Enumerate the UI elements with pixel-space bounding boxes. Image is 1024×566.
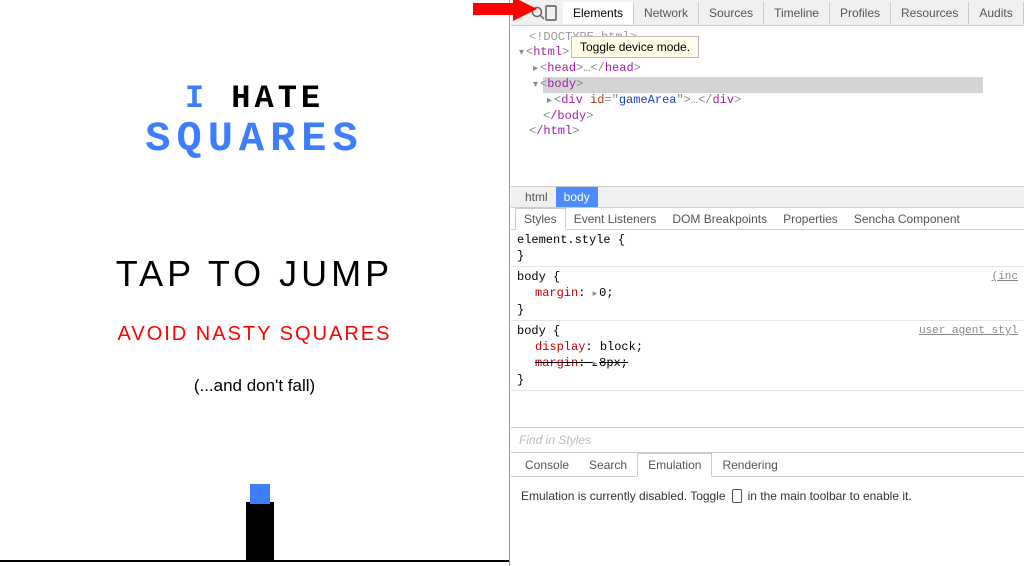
- tab-timeline[interactable]: Timeline: [764, 2, 830, 24]
- fall-text: (...and don't fall): [0, 376, 509, 396]
- annotation-arrow: [473, 0, 537, 30]
- title-hate: HATE: [231, 80, 324, 117]
- styles-tabbar: Styles Event Listeners DOM Breakpoints P…: [511, 208, 1024, 230]
- toolbar-tabs: Elements Network Sources Timeline Profil…: [563, 2, 1024, 24]
- tab-network[interactable]: Network: [634, 2, 699, 24]
- title-line-2: SQUARES: [0, 115, 509, 163]
- drawer-tabbar: Console Search Emulation Rendering: [511, 453, 1024, 477]
- dom-html-close[interactable]: </html>: [529, 124, 1024, 139]
- rule-body-ua[interactable]: user agent styl body { display: block; m…: [511, 321, 1024, 391]
- devtools-toolbar: Elements Network Sources Timeline Profil…: [511, 0, 1024, 26]
- rule-body-1[interactable]: (inc body { margin: 0; }: [511, 267, 1024, 321]
- device-mode-icon[interactable]: [545, 4, 557, 22]
- emulation-msg-1: Emulation is currently disabled. Toggle: [521, 489, 726, 503]
- drawer-tab-console[interactable]: Console: [515, 454, 579, 476]
- find-in-styles[interactable]: Find in Styles: [511, 427, 1024, 453]
- dom-body-close[interactable]: </body>: [529, 109, 1024, 124]
- drawer-tab-rendering[interactable]: Rendering: [712, 454, 787, 476]
- styles-tab-props[interactable]: Properties: [775, 209, 846, 229]
- tap-text: TAP TO JUMP: [0, 253, 509, 295]
- tab-resources[interactable]: Resources: [891, 2, 969, 24]
- title-line-1: I HATE: [0, 80, 509, 117]
- rule-element-style[interactable]: element.style { }: [511, 230, 1024, 267]
- styles-tab-dom-bp[interactable]: DOM Breakpoints: [664, 209, 775, 229]
- avoid-text: AVOID NASTY SQUARES: [0, 323, 509, 346]
- crumb-body[interactable]: body: [556, 187, 598, 207]
- crumb-html[interactable]: html: [517, 187, 556, 207]
- styles-tab-sencha[interactable]: Sencha Component: [846, 209, 968, 229]
- title-i: I: [185, 80, 208, 117]
- drawer-tab-search[interactable]: Search: [579, 454, 637, 476]
- tab-elements[interactable]: Elements: [563, 2, 634, 24]
- device-icon: [732, 489, 742, 503]
- player-head: [250, 484, 270, 504]
- instructions: TAP TO JUMP AVOID NASTY SQUARES (...and …: [0, 253, 509, 396]
- tab-audits[interactable]: Audits: [969, 2, 1023, 24]
- rule-source-link[interactable]: (inc: [992, 269, 1018, 285]
- emulation-msg-2: in the main toolbar to enable it.: [748, 489, 912, 503]
- player-body: [246, 502, 274, 560]
- game-viewport[interactable]: I HATE SQUARES TAP TO JUMP AVOID NASTY S…: [0, 0, 510, 566]
- drawer-tab-emulation[interactable]: Emulation: [637, 453, 712, 477]
- tab-profiles[interactable]: Profiles: [830, 2, 891, 24]
- rule-ua-label: user agent styl: [919, 323, 1018, 339]
- emulation-message: Emulation is currently disabled. Toggle …: [511, 477, 1024, 515]
- dom-head[interactable]: <head>…</head>: [529, 61, 1024, 77]
- dom-breadcrumb: html body: [511, 186, 1024, 208]
- ground-line: [0, 560, 509, 562]
- styles-content[interactable]: element.style { } (inc body { margin: 0;…: [511, 230, 1024, 391]
- styles-tab-events[interactable]: Event Listeners: [566, 209, 665, 229]
- styles-tab-styles[interactable]: Styles: [515, 208, 566, 230]
- dom-gamearea[interactable]: <div id="gameArea">…</div>: [529, 93, 1024, 109]
- dom-body[interactable]: <body>: [529, 77, 1024, 93]
- game-title: I HATE SQUARES: [0, 80, 509, 163]
- devtools-panel: Elements Network Sources Timeline Profil…: [511, 0, 1024, 566]
- tooltip-device-mode: Toggle device mode.: [571, 36, 699, 58]
- tab-sources[interactable]: Sources: [699, 2, 764, 24]
